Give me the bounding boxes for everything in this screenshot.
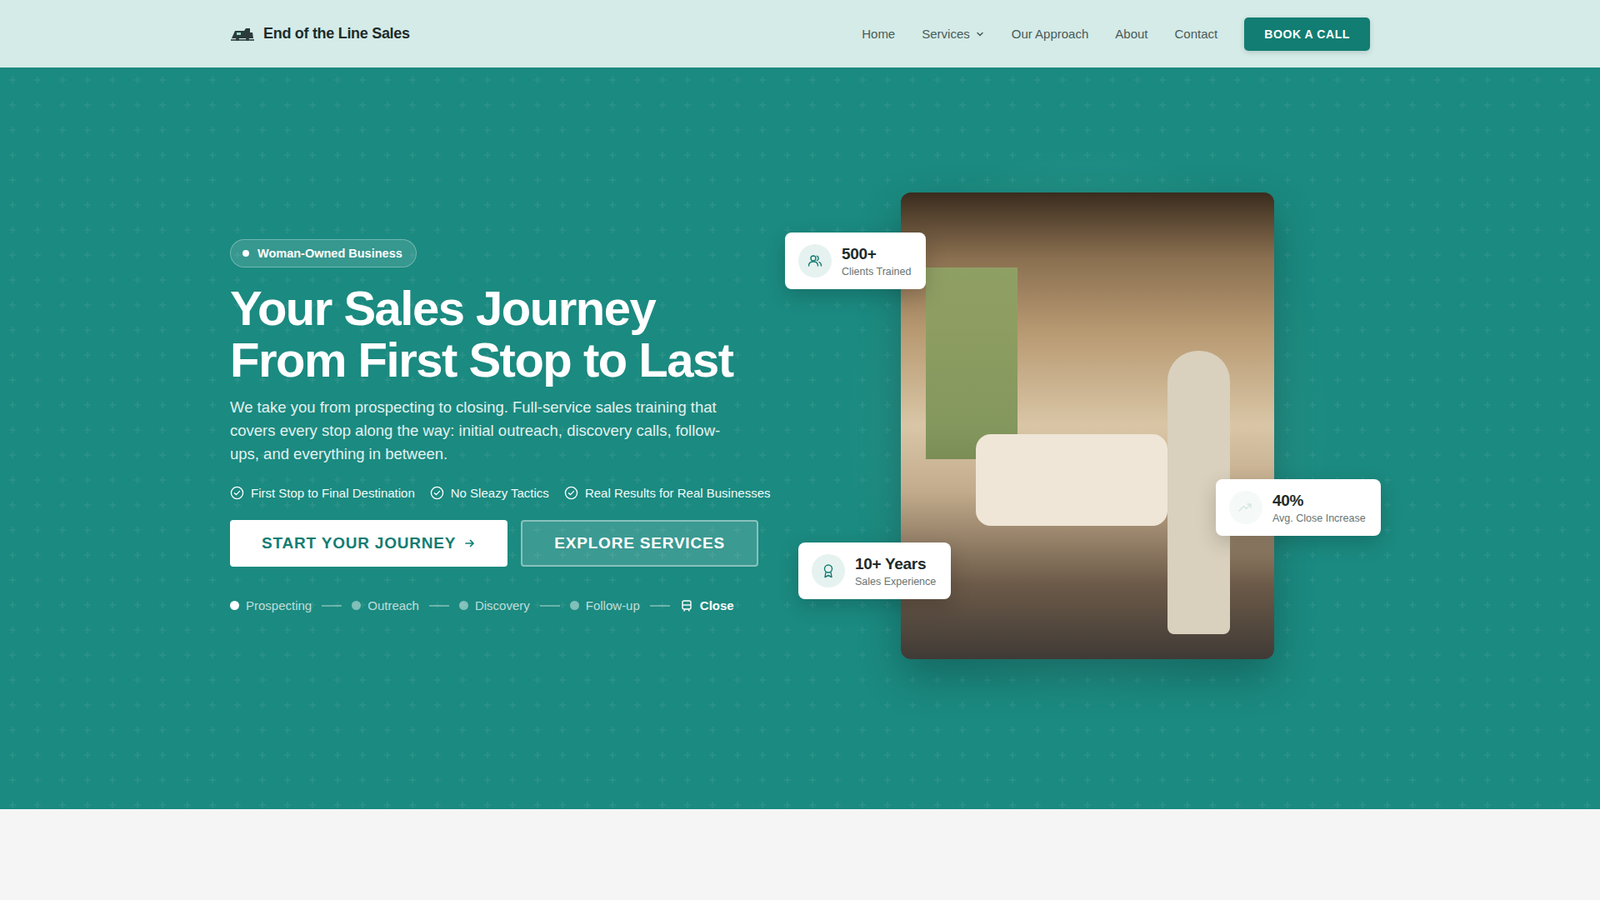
stop-connector (540, 605, 560, 607)
nav-link-label: About (1115, 26, 1148, 41)
stat-card: 40% Avg. Close Increase (1215, 479, 1381, 536)
stat-label: Avg. Close Increase (1272, 512, 1366, 525)
nav-link[interactable]: About (1115, 26, 1148, 41)
feature-check: No Sleazy Tactics (430, 485, 550, 500)
journey-stops: Prospecting Outreach Discovery Follow-up Clo… (230, 598, 735, 613)
logo[interactable]: End of the Line Sales (230, 25, 410, 43)
nav-link[interactable]: Home (861, 26, 895, 41)
stop-label: Close (700, 598, 735, 613)
feature-check-label: No Sleazy Tactics (450, 485, 550, 500)
stat-card: 10+ YearsSales Experience (798, 542, 951, 600)
nav-link-label: Our Approach (1011, 26, 1090, 41)
check-circle-icon (230, 485, 245, 500)
nav-link[interactable]: Contact (1175, 26, 1219, 41)
users-icon (806, 252, 824, 270)
button-label: START YOUR JOURNEY (261, 534, 456, 553)
stop-dot (570, 600, 580, 610)
top-nav: End of the Line Sales Home Services Our App… (0, 0, 1600, 68)
stop-label: Prospecting (245, 598, 312, 613)
journey-stop: Close (680, 598, 735, 613)
trend-up-icon (1237, 499, 1255, 516)
nav-link-label: Services (921, 26, 970, 41)
chevron-down-icon (975, 29, 985, 40)
button-label: EXPLORE SERVICES (554, 534, 725, 553)
stop-dot (351, 600, 361, 610)
nav-link-label: Contact (1175, 26, 1219, 41)
logo-text: End of the Line Sales (263, 25, 410, 43)
check-circle-icon (430, 485, 445, 500)
stop-connector (650, 605, 670, 607)
hero-title: Your Sales JourneyFrom First Stop to Las… (230, 282, 734, 386)
journey-stop: Outreach (351, 598, 420, 613)
stop-label: Follow-up (585, 598, 640, 613)
nav-link[interactable]: Services (921, 26, 985, 41)
nav-link[interactable]: Our Approach (1011, 26, 1090, 41)
arrow-right-icon (464, 537, 476, 550)
stat-card: 500+Clients Trained (785, 232, 926, 290)
journey-stop: Prospecting (230, 598, 312, 613)
nav-links: Home Services Our Approach About Contact BOOK… (861, 17, 1370, 51)
feature-check-label: Real Results for Real Businesses (585, 485, 771, 500)
title-line: From First Stop to Last (230, 334, 734, 386)
train-icon (680, 599, 694, 613)
hero-content: Woman-Owned Business Your Sales JourneyFr… (230, 239, 805, 613)
stop-label: Discovery (475, 598, 530, 613)
hero-photo (900, 192, 1275, 660)
title-line: Your Sales Journey (230, 282, 734, 335)
start-journey-button[interactable]: START YOUR JOURNEY (230, 520, 508, 567)
journey-stop: Follow-up (570, 598, 640, 613)
feature-check: Real Results for Real Businesses (564, 485, 771, 500)
badge: Woman-Owned Business (230, 239, 417, 268)
stat-value: 40% (1272, 491, 1366, 510)
feature-check: First Stop to Final Destination (230, 485, 415, 500)
explore-services-button[interactable]: EXPLORE SERVICES (520, 520, 759, 567)
award-icon (820, 562, 837, 580)
stop-connector (429, 605, 450, 607)
train-logo-icon (230, 25, 255, 43)
hero-buttons: START YOUR JOURNEY EXPLORE SERVICES (230, 520, 759, 567)
stop-dot (230, 600, 240, 610)
stat-value: 10+ Years (855, 555, 936, 574)
stat-value: 500+ (841, 245, 911, 264)
feature-check-label: First Stop to Final Destination (250, 485, 415, 500)
hero: Woman-Owned Business Your Sales JourneyFr… (0, 67, 1600, 810)
badge-dot (242, 250, 250, 257)
nav-link-label: Home (861, 26, 895, 41)
next-section (0, 809, 1600, 900)
stat-label: Sales Experience (855, 575, 936, 588)
stop-dot (459, 600, 469, 610)
hero-description: We take you from prospecting to closing.… (230, 395, 730, 466)
journey-stop: Discovery (459, 598, 530, 613)
badge-text: Woman-Owned Business (257, 246, 403, 260)
stop-label: Outreach (367, 598, 420, 613)
feature-checks: First Stop to Final Destination No Sleazy… (230, 485, 770, 500)
book-call-button[interactable]: BOOK A CALL (1244, 17, 1370, 51)
stop-connector (321, 605, 342, 607)
hero-media: 500+Clients Trained 40% Avg. Close Increas… (805, 192, 1370, 660)
stat-label: Clients Trained (841, 265, 911, 278)
check-circle-icon (564, 485, 579, 500)
